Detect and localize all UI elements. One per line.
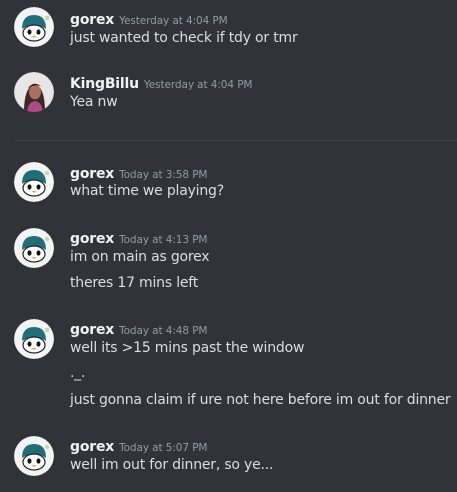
message-timestamp[interactable]: Today at 4:48 PM [119,325,207,337]
message-text: well im out for dinner, so ye... [70,457,274,473]
message-timestamp[interactable]: Yesterday at 4:04 PM [144,79,253,91]
penguin-avatar-icon[interactable] [14,319,54,359]
username[interactable]: gorex [70,231,114,247]
username[interactable]: gorex [70,322,114,338]
message-text: theres 17 mins left [70,275,199,291]
message-timestamp[interactable]: Today at 3:58 PM [119,169,207,181]
message-text: what time we playing? [70,183,224,199]
penguin-avatar-icon[interactable] [14,7,54,47]
message-text: just gonna claim if ure not here before … [70,392,451,408]
message-timestamp[interactable]: Today at 4:13 PM [119,234,207,246]
username[interactable]: gorex [70,12,114,28]
penguin-avatar-icon[interactable] [14,162,54,202]
message-text: ._. [70,365,86,381]
penguin-avatar-icon[interactable] [14,228,54,268]
username[interactable]: gorex [70,166,114,182]
penguin-avatar-icon[interactable] [14,436,54,476]
message-text: just wanted to check if tdy or tmr [70,30,298,46]
message-timestamp[interactable]: Yesterday at 4:04 PM [119,15,228,27]
username[interactable]: KingBillu [70,76,139,92]
message-text: Yea nw [70,94,118,110]
message-divider [14,140,457,141]
photo-avatar-icon[interactable] [14,72,54,112]
username[interactable]: gorex [70,439,114,455]
message-text: im on main as gorex [70,249,210,265]
chat-message-list: gorex Yesterday at 4:04 PM just wanted to… [0,0,457,492]
message-text: well its >15 mins past the window [70,340,305,356]
message-timestamp[interactable]: Today at 5:07 PM [119,442,207,454]
